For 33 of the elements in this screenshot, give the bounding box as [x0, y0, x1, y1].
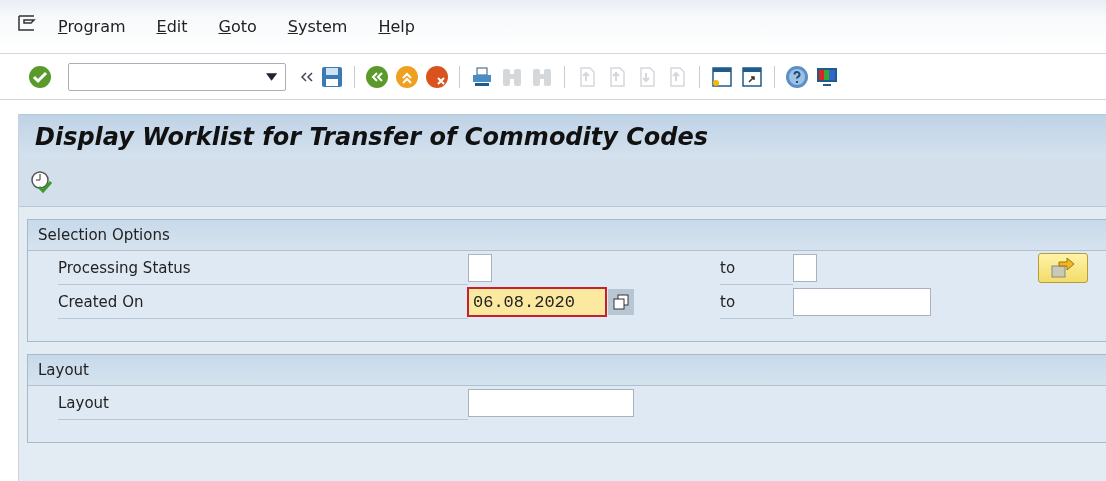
menu-item[interactable]: Help: [378, 17, 415, 36]
new-window-icon[interactable]: [710, 64, 734, 89]
menu-item[interactable]: System: [287, 17, 348, 36]
enter-icon[interactable]: [28, 64, 52, 89]
input-field[interactable]: [793, 288, 931, 316]
multiple-selection-button[interactable]: [1038, 253, 1088, 283]
shortcut-icon[interactable]: [740, 64, 764, 89]
dropdown-icon[interactable]: [265, 72, 277, 81]
help-icon[interactable]: [785, 64, 809, 89]
section-header: Selection Options: [28, 220, 1106, 251]
menu-item[interactable]: Program: [58, 17, 126, 36]
execute-icon[interactable]: [29, 169, 55, 195]
input-field[interactable]: [468, 389, 634, 417]
screen-title: Display Worklist for Transfer of Commodity Codes: [19, 114, 1106, 158]
arrow-icon: [1050, 257, 1076, 279]
menu-item[interactable]: Edit: [156, 17, 188, 36]
copy-icon: [613, 294, 629, 310]
menu-icon[interactable]: [18, 14, 38, 31]
field-label: Layout: [58, 386, 468, 420]
print-icon[interactable]: [470, 64, 494, 89]
input-field[interactable]: 06.08.2020: [468, 288, 606, 316]
menu-item[interactable]: Goto: [218, 17, 257, 36]
collapse-icon[interactable]: [300, 70, 314, 83]
field-label: Processing Status: [58, 251, 468, 285]
multiple-selection-button[interactable]: [608, 289, 634, 315]
section-header: Layout: [28, 355, 1106, 386]
input-field[interactable]: [468, 254, 492, 282]
save-icon[interactable]: [320, 64, 344, 89]
exit-icon[interactable]: [395, 64, 419, 89]
input-field[interactable]: [793, 254, 817, 282]
back-icon[interactable]: [365, 64, 389, 89]
cancel-icon[interactable]: [425, 64, 449, 89]
command-field[interactable]: [68, 62, 286, 91]
